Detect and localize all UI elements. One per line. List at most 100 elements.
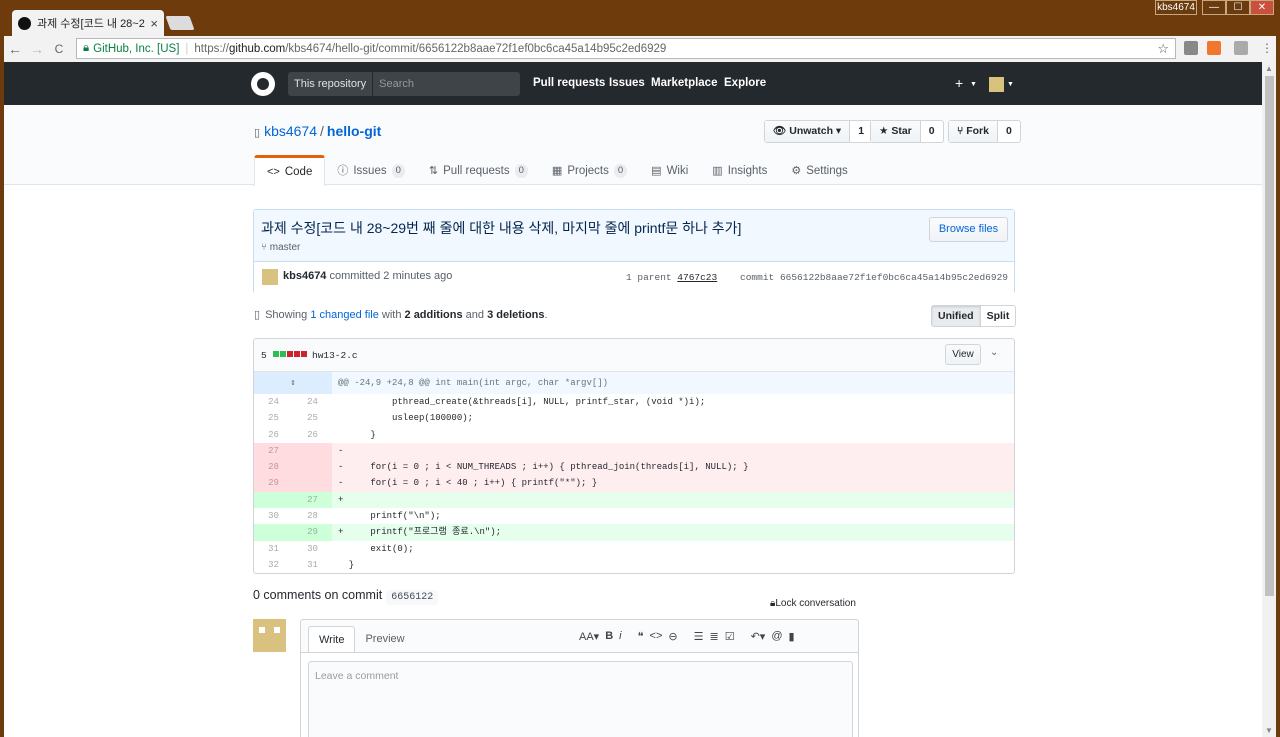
avatar[interactable] <box>262 269 278 285</box>
new-line-number[interactable]: 26 <box>293 427 332 443</box>
new-line-number[interactable] <box>293 442 332 460</box>
old-line-number[interactable]: 25 <box>254 410 293 426</box>
old-line-number[interactable]: 26 <box>254 427 293 443</box>
numbered-list-icon[interactable]: ≣ <box>709 630 718 643</box>
bookmark-icon[interactable]: ▮ <box>789 630 795 643</box>
mention-icon[interactable]: @ <box>771 630 782 643</box>
star-button[interactable]: ★ Star <box>871 121 921 142</box>
nav-issues[interactable]: Issues <box>609 77 645 89</box>
chevron-down-icon[interactable]: ⌄ <box>990 347 998 358</box>
commit-title-area: 과제 수정[코드 내 28~29번 째 줄에 대한 내용 삭제, 마지막 줄에 … <box>254 210 1014 262</box>
old-line-number[interactable]: 27 <box>254 442 293 460</box>
reply-icon[interactable]: ↶▾ <box>751 630 766 643</box>
bookmark-star-icon[interactable]: ☆ <box>1157 41 1169 57</box>
fork-count[interactable]: 0 <box>998 121 1020 142</box>
parent-sha-link[interactable]: 4767c23 <box>677 272 717 283</box>
scroll-up-icon[interactable]: ▲ <box>1265 64 1273 73</box>
minimize-button[interactable]: — <box>1202 0 1226 15</box>
tab-close-icon[interactable]: × <box>150 16 158 31</box>
old-line-number[interactable]: 24 <box>254 394 293 410</box>
link-icon[interactable]: ⊖ <box>668 630 677 643</box>
new-line-number[interactable] <box>293 459 332 476</box>
nav-marketplace[interactable]: Marketplace <box>651 77 717 89</box>
old-line-number[interactable] <box>254 524 293 541</box>
github-logo-icon[interactable] <box>251 72 275 96</box>
scroll-down-icon[interactable]: ▼ <box>1265 726 1273 735</box>
repo-owner-link[interactable]: kbs4674 <box>264 123 317 139</box>
close-window-button[interactable]: ✕ <box>1250 0 1274 15</box>
browser-tab[interactable]: 과제 수정[코드 내 28~2 × <box>12 10 164 36</box>
browse-files-button[interactable]: Browse files <box>929 217 1008 242</box>
new-tab-button[interactable] <box>165 16 195 30</box>
scroll-thumb[interactable] <box>1265 76 1274 596</box>
new-line-number[interactable]: 31 <box>293 557 332 573</box>
unwatch-button[interactable]: 👁︎ Unwatch ▾ <box>765 121 851 142</box>
code-text: + printf("프로그램 종료.\n"); <box>338 527 502 538</box>
create-new-icon[interactable]: + <box>955 75 963 91</box>
chevron-down-icon[interactable]: ▼ <box>970 81 977 88</box>
author-link[interactable]: kbs4674 <box>283 270 326 282</box>
tab-settings[interactable]: ⚙ Settings <box>779 155 859 186</box>
old-line-number[interactable]: 28 <box>254 459 293 476</box>
old-line-number[interactable]: 32 <box>254 557 293 573</box>
tab-pull-requests[interactable]: ⇅ Pull requests 0 <box>417 155 540 186</box>
new-line-number[interactable]: 25 <box>293 410 332 426</box>
italic-icon[interactable]: i <box>619 630 621 643</box>
new-line-number[interactable]: 29 <box>293 524 332 541</box>
nav-explore[interactable]: Explore <box>724 77 766 89</box>
view-file-button[interactable]: View <box>945 344 981 365</box>
avatar[interactable] <box>989 77 1004 92</box>
write-tab[interactable]: Write <box>308 626 356 653</box>
new-line-number[interactable]: 27 <box>293 491 332 509</box>
bulleted-list-icon[interactable]: ☰ <box>694 630 704 643</box>
back-icon[interactable]: ← <box>4 41 26 57</box>
commit-sha-badge[interactable]: 6656122 <box>386 590 439 605</box>
menu-icon[interactable]: ⋮ <box>1260 41 1274 55</box>
reload-icon[interactable]: C <box>48 42 70 56</box>
file-name[interactable]: hw13-2.c <box>312 350 358 361</box>
repo-name-link[interactable]: hello-git <box>327 123 381 139</box>
old-line-number[interactable]: 30 <box>254 508 293 524</box>
extension-icon[interactable] <box>1234 41 1248 55</box>
quote-icon[interactable]: ❝ <box>638 630 644 643</box>
maximize-button[interactable]: ☐ <box>1226 0 1250 15</box>
tab-projects[interactable]: ▦ Projects 0 <box>540 155 639 186</box>
address-bar[interactable]: 🔒︎ GitHub, Inc. [US] | https:// github.c… <box>76 38 1176 59</box>
tab-insights[interactable]: ▥ Insights <box>700 155 779 186</box>
unified-button[interactable]: Unified <box>932 306 981 326</box>
lock-conversation-link[interactable]: 🔒︎Lock conversation <box>770 598 856 609</box>
bold-icon[interactable]: B <box>605 630 613 643</box>
text-size-icon[interactable]: AA▾ <box>579 630 599 643</box>
task-list-icon[interactable]: ☑ <box>725 630 735 643</box>
watch-count[interactable]: 1 <box>850 121 872 142</box>
extension-icon[interactable] <box>1207 41 1221 55</box>
changed-files-link[interactable]: 1 changed file <box>310 309 379 321</box>
old-line-number[interactable]: 31 <box>254 541 293 557</box>
star-count[interactable]: 0 <box>921 121 943 142</box>
code-icon[interactable]: <> <box>650 630 663 643</box>
tab-issues[interactable]: ⓘ Issues 0 <box>325 155 417 186</box>
old-line-number[interactable] <box>254 491 293 509</box>
url-domain: github.com <box>228 42 286 55</box>
new-line-number[interactable] <box>293 475 332 492</box>
expand-icon[interactable]: ⇕ <box>254 372 332 394</box>
fork-button[interactable]: ⑂ Fork <box>949 121 998 142</box>
new-line-number[interactable]: 30 <box>293 541 332 557</box>
new-line-number[interactable]: 28 <box>293 508 332 524</box>
tab-code[interactable]: <> Code <box>254 155 326 186</box>
comment-textarea[interactable]: Leave a comment <box>308 661 853 737</box>
nav-pull-requests[interactable]: Pull requests <box>533 77 605 89</box>
extension-icon[interactable] <box>1184 41 1198 55</box>
tab-wiki[interactable]: ▤ Wiki <box>639 155 700 186</box>
search-input[interactable]: Search <box>373 78 414 90</box>
old-line-number[interactable]: 29 <box>254 475 293 492</box>
scrollbar[interactable]: ▲ ▼ <box>1262 62 1276 737</box>
avatar[interactable] <box>253 619 286 652</box>
profile-badge[interactable]: kbs4674 <box>1155 0 1197 15</box>
forward-icon[interactable]: → <box>26 41 48 57</box>
search-box[interactable]: This repository Search <box>288 72 520 96</box>
chevron-down-icon[interactable]: ▼ <box>1007 81 1014 88</box>
new-line-number[interactable]: 24 <box>293 394 332 410</box>
preview-tab[interactable]: Preview <box>355 626 414 653</box>
split-button[interactable]: Split <box>981 306 1016 326</box>
